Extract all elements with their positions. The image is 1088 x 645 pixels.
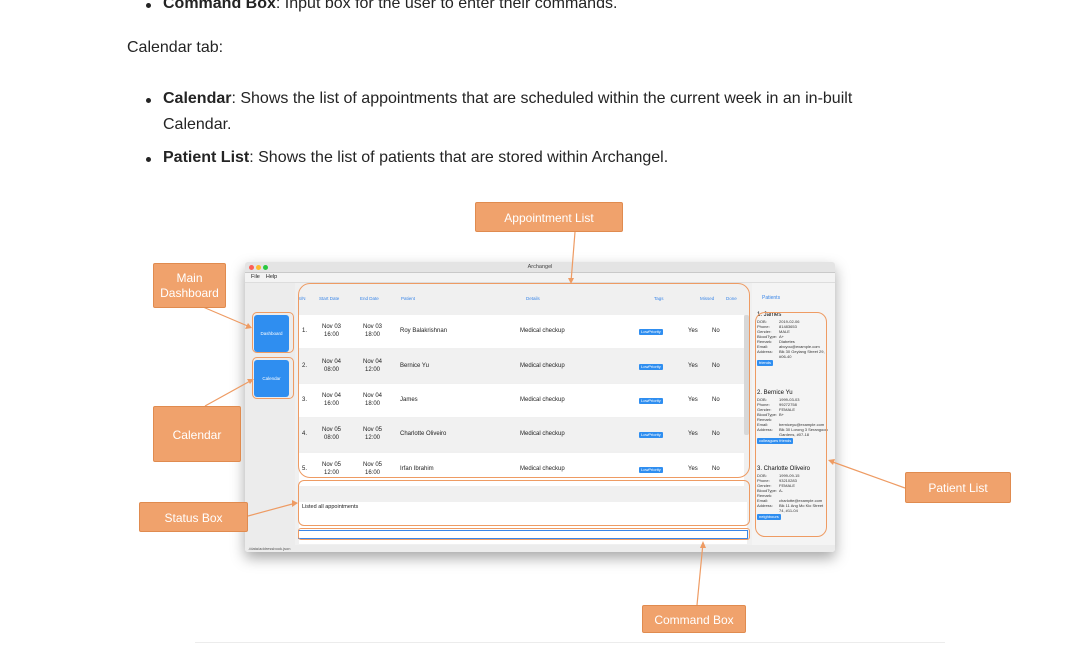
callout-line-1: Main <box>176 271 203 285</box>
calendar-callout: Calendar <box>153 406 241 462</box>
main-dashboard-callout: Main Dashboard <box>153 263 226 308</box>
patient-list-bullet: Patient List: Shows the list of patients… <box>163 147 668 169</box>
menu-file[interactable]: File <box>251 274 260 280</box>
close-icon[interactable] <box>249 264 254 270</box>
calendar-bullet: Calendar: Shows the list of appointments… <box>163 88 852 110</box>
footer-path: ./data/addressbook.json <box>248 546 291 551</box>
status-box-outline <box>298 480 750 526</box>
menu-bar: File Help <box>245 273 835 283</box>
bullet-dot <box>146 98 151 103</box>
title-bar: Archangel <box>245 262 835 273</box>
menu-help[interactable]: Help <box>266 274 277 280</box>
patient-list-callout: Patient List <box>905 472 1011 503</box>
bullet-dot <box>146 157 151 162</box>
command-box-bullet: Command Box: Input box for the user to e… <box>163 0 617 15</box>
calendar-outline <box>252 357 294 399</box>
description: : Input box for the user to enter their … <box>275 0 618 12</box>
divider <box>195 642 945 643</box>
window-title: Archangel <box>527 264 553 270</box>
patient-list-outline <box>755 312 827 537</box>
calendar-bullet-cont: Calendar. <box>163 116 232 133</box>
calendar-tab-heading: Calendar tab: <box>127 39 224 56</box>
command-box-outline <box>298 528 750 540</box>
description: : Shows the list of appointments that ar… <box>231 90 853 107</box>
term: Calendar <box>163 90 232 107</box>
term: Patient List <box>163 149 250 166</box>
status-box-callout: Status Box <box>139 502 248 532</box>
term: Command Box <box>163 0 276 12</box>
status-bar-footer: ./data/addressbook.json <box>245 545 835 552</box>
dashboard-outline <box>252 312 294 353</box>
command-box-callout: Command Box <box>642 605 746 633</box>
bullet-dot <box>146 3 151 8</box>
appointment-list-callout: Appointment List <box>475 202 623 232</box>
appointment-list-outline <box>298 283 750 478</box>
maximize-icon[interactable] <box>263 264 268 270</box>
minimize-icon[interactable] <box>256 264 261 270</box>
patients-header: Patients <box>762 295 781 301</box>
description: : Shows the list of patients that are st… <box>249 149 669 166</box>
callout-line-2: Dashboard <box>160 286 219 300</box>
